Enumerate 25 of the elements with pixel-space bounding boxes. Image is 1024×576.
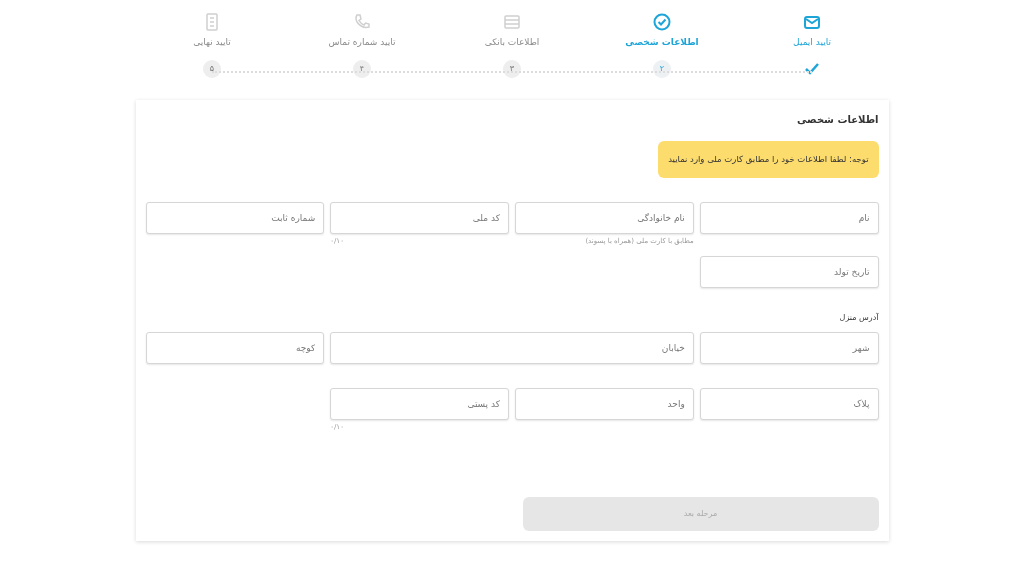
step-number: ۵	[203, 59, 221, 78]
step-label[interactable]: اطلاعات بانکی	[484, 36, 540, 50]
step-label[interactable]: تایید شماره تماس	[328, 36, 396, 50]
step-number: ۲	[653, 59, 671, 78]
input-field[interactable]: کد پستی	[330, 388, 509, 421]
step-number: ۴	[353, 59, 371, 78]
input-field[interactable]: نام خانوادگی	[515, 201, 694, 234]
input-field[interactable]: خیابان	[330, 332, 694, 365]
step-label[interactable]: تایید ایمیل	[793, 36, 831, 50]
card-icon	[502, 12, 522, 32]
input-field[interactable]: نام	[699, 201, 879, 234]
input-field[interactable]: کوچه	[145, 332, 325, 365]
input-field[interactable]: شهر	[699, 332, 879, 365]
step-number: ۳	[503, 59, 521, 78]
notice-alert: توجه: لطفا اطلاعات خود را مطابق کارت ملی وارد نمایید	[658, 141, 879, 178]
section-title: آدرس منزل	[838, 312, 879, 325]
input-field[interactable]: شماره ثابت	[145, 201, 325, 234]
section-title: اطلاعات شخصی	[795, 113, 879, 127]
check-circle-icon	[652, 12, 672, 32]
step-label[interactable]: تایید نهایی	[193, 36, 231, 50]
step-label[interactable]: اطلاعات شخصی	[625, 36, 699, 50]
input-field[interactable]: تاریخ تولد	[699, 256, 879, 289]
input-field[interactable]: کد ملی	[330, 201, 509, 234]
input-field[interactable]: پلاک	[699, 388, 879, 421]
input-field[interactable]: واحد	[515, 388, 694, 421]
